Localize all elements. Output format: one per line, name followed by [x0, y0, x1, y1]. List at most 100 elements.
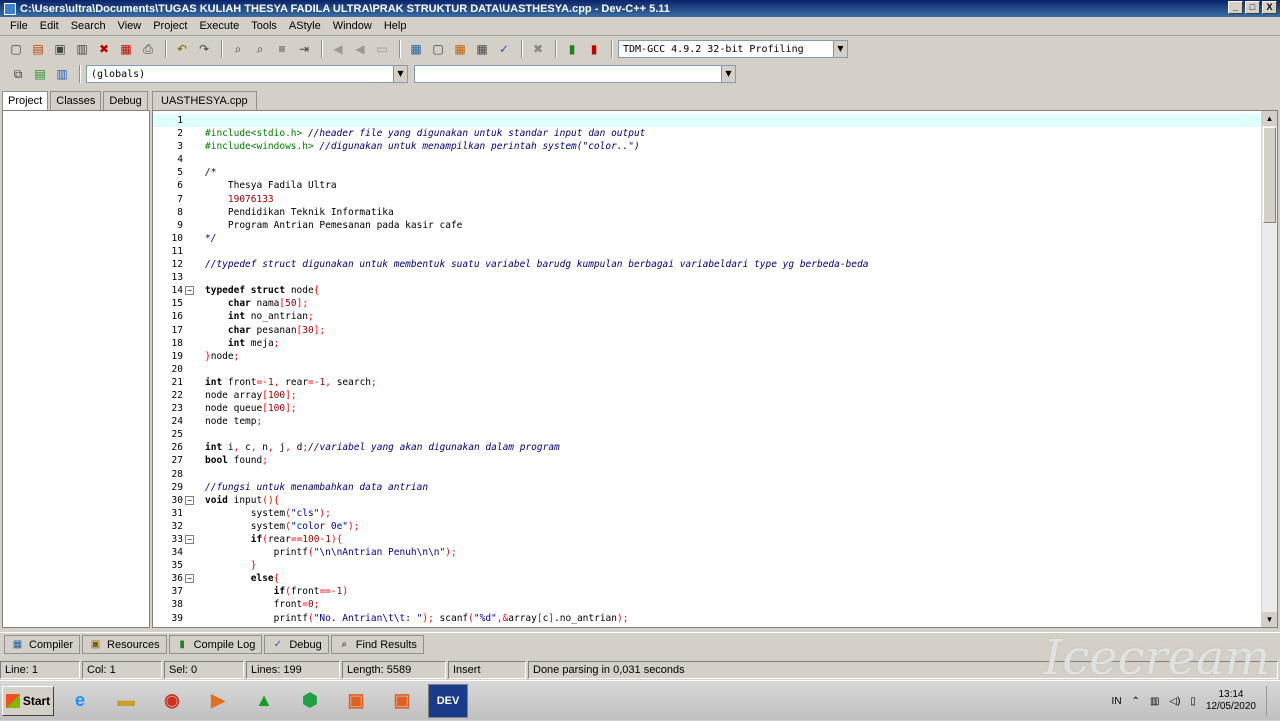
code-line[interactable]: 24 node temp; — [153, 415, 1263, 428]
code-line[interactable]: 15 char nama[50]; — [153, 297, 1263, 310]
fold-toggle-icon[interactable]: − — [185, 574, 194, 584]
tab-debug[interactable]: Debug — [103, 91, 148, 110]
recorder-app-icon[interactable]: ▣ — [336, 684, 376, 718]
menu-view[interactable]: View — [112, 20, 148, 32]
compile-icon[interactable]: ▦ — [406, 39, 426, 59]
replace-icon[interactable]: ⌕ — [250, 39, 270, 59]
compiler-select[interactable]: TDM-GCC 4.9.2 32-bit Profiling ▼ — [618, 40, 848, 58]
menu-file[interactable]: File — [4, 20, 34, 32]
code-line[interactable]: 36− else{ — [153, 572, 1263, 585]
network-icon[interactable]: ▥ — [1150, 696, 1159, 707]
code-line[interactable]: 17 char pesanan[30]; — [153, 324, 1263, 337]
goto-line-icon[interactable]: ≡ — [272, 39, 292, 59]
run-icon[interactable]: ▢ — [428, 39, 448, 59]
devcpp-taskbar-icon[interactable]: DEV — [428, 683, 468, 718]
chrome-icon[interactable]: ◉ — [152, 684, 192, 718]
internet-explorer-icon[interactable]: e — [60, 684, 100, 718]
code-line[interactable]: 11 — [153, 245, 1263, 258]
save-icon[interactable]: ▣ — [50, 39, 70, 59]
forward-icon[interactable]: ◀ — [350, 39, 370, 59]
menu-search[interactable]: Search — [65, 20, 112, 32]
scroll-thumb[interactable] — [1263, 127, 1276, 223]
close-button[interactable]: X — [1262, 1, 1277, 14]
minimize-button[interactable]: _ — [1228, 1, 1243, 14]
profile-icon[interactable]: ▮ — [562, 39, 582, 59]
menu-window[interactable]: Window — [327, 20, 378, 32]
code-line[interactable]: 25 — [153, 428, 1263, 441]
chevron-down-icon[interactable]: ▼ — [833, 41, 847, 57]
tab-find-results[interactable]: ⌕ Find Results — [330, 635, 424, 654]
rebuild-icon[interactable]: ▦ — [472, 39, 492, 59]
back-icon[interactable]: ◀ — [328, 39, 348, 59]
code-line[interactable]: 37 if(front==-1) — [153, 585, 1263, 598]
scope-select[interactable]: (globals) ▼ — [86, 65, 408, 83]
menu-astyle[interactable]: AStyle — [283, 20, 327, 32]
code-line[interactable]: 33− if(rear==100-1){ — [153, 533, 1263, 546]
code-line[interactable]: 8 Pendidikan Teknik Informatika — [153, 206, 1263, 219]
menu-help[interactable]: Help — [378, 20, 413, 32]
start-button[interactable]: Start — [2, 685, 54, 716]
code-line[interactable]: 31 system("cls"); — [153, 507, 1263, 520]
code-line[interactable]: 35 } — [153, 559, 1263, 572]
redo-icon[interactable]: ↷ — [194, 39, 214, 59]
code-line[interactable]: 28 — [153, 468, 1263, 481]
code-line[interactable]: 16 int no_antrian; — [153, 310, 1263, 323]
tab-debug-output[interactable]: ✓ Debug — [264, 635, 329, 654]
code-line[interactable]: 29 //fungsi untuk menambahkan data antria… — [153, 481, 1263, 494]
fold-toggle-icon[interactable]: − — [185, 535, 194, 544]
fold-toggle-icon[interactable]: − — [185, 495, 194, 505]
code-line[interactable]: 20 — [153, 363, 1263, 376]
show-desktop-button[interactable] — [1266, 686, 1274, 716]
language-indicator[interactable]: IN — [1112, 696, 1122, 707]
chevron-down-icon[interactable]: ▼ — [393, 66, 407, 82]
chevron-down-icon[interactable]: ▼ — [721, 66, 735, 82]
find-icon[interactable]: ⌕ — [228, 39, 248, 59]
code-line[interactable]: 5 /* — [153, 166, 1263, 179]
bookmark-icon[interactable]: ▭ — [372, 39, 392, 59]
code-line[interactable]: 10 */ — [153, 232, 1263, 245]
save-all-icon[interactable]: ▥ — [72, 39, 92, 59]
code-line[interactable]: 7 19076133 — [153, 193, 1263, 206]
delete-profile-icon[interactable]: ▮ — [584, 39, 604, 59]
fold-toggle-icon[interactable]: − — [185, 286, 194, 296]
menu-execute[interactable]: Execute — [193, 20, 245, 32]
menu-tools[interactable]: Tools — [245, 20, 283, 32]
code-line[interactable]: 26 int i, c, n, j, d;//variabel yang akan… — [153, 441, 1263, 454]
code-line[interactable]: 2 #include<stdio.h> //header file yang di… — [153, 127, 1263, 140]
battery-icon[interactable]: ▯ — [1190, 696, 1196, 707]
code-line[interactable]: 30− void input(){ — [153, 494, 1263, 507]
print-icon[interactable]: ⎙ — [138, 39, 158, 59]
indent-icon[interactable]: ⇥ — [294, 39, 314, 59]
maximize-button[interactable]: □ — [1245, 1, 1260, 14]
close-all-icon[interactable]: ▦ — [116, 39, 136, 59]
code-line[interactable]: 32 system("color 0e"); — [153, 520, 1263, 533]
code-line[interactable]: 18 int meja; — [153, 337, 1263, 350]
code-line[interactable]: 34 printf("\n\nAntrian Penuh\n\n"); — [153, 546, 1263, 559]
open-file-icon[interactable]: ▤ — [28, 39, 48, 59]
code-line[interactable]: 6 Thesya Fadila Ultra — [153, 179, 1263, 192]
volume-icon[interactable]: ◁) — [1169, 696, 1180, 707]
insert-icon[interactable]: ⧉ — [8, 64, 28, 84]
code-line[interactable]: 12 //typedef struct digunakan untuk membe… — [153, 258, 1263, 271]
code-line[interactable]: 4 — [153, 153, 1263, 166]
code-line[interactable]: 13 — [153, 271, 1263, 284]
new-file-icon[interactable]: ▢ — [6, 39, 26, 59]
member-select[interactable]: ▼ — [414, 65, 736, 83]
undo-icon[interactable]: ↶ — [172, 39, 192, 59]
scroll-up-icon[interactable]: ▲ — [1262, 111, 1277, 126]
tab-compile-log[interactable]: ▮ Compile Log — [168, 635, 263, 654]
menu-edit[interactable]: Edit — [34, 20, 65, 32]
compile-run-icon[interactable]: ▦ — [450, 39, 470, 59]
tab-classes[interactable]: Classes — [50, 91, 102, 110]
code-line[interactable]: 39 printf("No. Antrian\t\t: "); scanf("%… — [153, 612, 1263, 625]
code-line[interactable]: 27 bool found; — [153, 454, 1263, 467]
code-line[interactable]: 1 — [153, 114, 1263, 128]
code-line[interactable]: 14− typedef struct node{ — [153, 284, 1263, 297]
editor-vertical-scrollbar[interactable]: ▲ ▼ — [1261, 111, 1277, 627]
syntax-check-icon[interactable]: ✓ — [494, 39, 514, 59]
green-app-icon[interactable]: ▲ — [244, 684, 284, 718]
screen-recorder-icon[interactable]: ▣ — [382, 684, 422, 718]
shield-app-icon[interactable]: ⬢ — [290, 684, 330, 718]
project-panel[interactable] — [2, 110, 150, 628]
toggle-icon[interactable]: ▤ — [30, 64, 50, 84]
